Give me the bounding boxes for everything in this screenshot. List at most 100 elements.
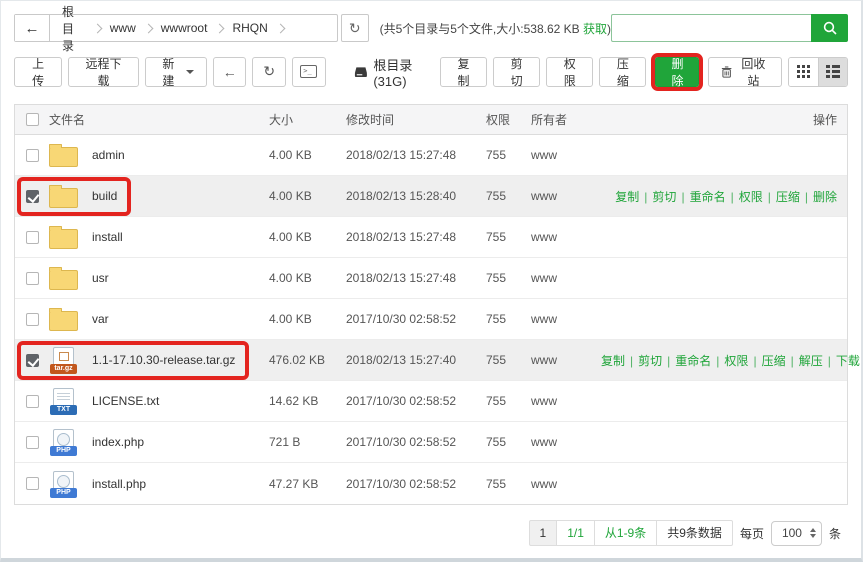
row-action-link[interactable]: 解压	[799, 354, 823, 368]
view-toggle-group	[788, 57, 848, 87]
file-name[interactable]: index.php	[92, 435, 144, 449]
permission-button[interactable]: 权限	[546, 57, 593, 87]
file-mtime: 2018/02/13 15:27:40	[346, 353, 486, 367]
file-owner: www	[531, 353, 601, 367]
row-action-link[interactable]: 权限	[724, 354, 748, 368]
row-action-link[interactable]: 剪切	[638, 354, 662, 368]
file-size: 721 B	[269, 435, 346, 449]
file-mtime: 2018/02/13 15:27:48	[346, 271, 486, 285]
file-name[interactable]: 1.1-17.10.30-release.tar.gz	[92, 353, 235, 367]
chevron-separator-icon	[92, 23, 102, 33]
breadcrumb-back-button[interactable]: ←	[15, 15, 50, 41]
breadcrumb-item[interactable]: 根目录	[62, 3, 85, 54]
file-permission: 755	[486, 435, 531, 449]
page-number-button[interactable]: 1	[529, 520, 558, 546]
page-indicator[interactable]: 1/1	[556, 520, 595, 546]
file-mtime: 2017/10/30 02:58:52	[346, 477, 486, 491]
file-name[interactable]: build	[92, 189, 117, 203]
new-button[interactable]: 新建	[145, 57, 207, 87]
file-name[interactable]: usr	[92, 271, 109, 285]
row-checkbox[interactable]	[26, 231, 39, 244]
file-owner: www	[531, 312, 601, 326]
file-name[interactable]: install.php	[92, 477, 146, 491]
row-checkbox[interactable]	[26, 272, 39, 285]
remote-download-button[interactable]: 远程下载	[68, 57, 139, 87]
file-permission: 755	[486, 230, 531, 244]
breadcrumb-item[interactable]: www	[110, 21, 136, 35]
compress-button[interactable]: 压缩	[599, 57, 646, 87]
row-actions: 复制|剪切|重命名|权限|压缩|删除	[601, 188, 847, 205]
copy-button[interactable]: 复制	[440, 57, 487, 87]
file-size: 4.00 KB	[269, 230, 346, 244]
breadcrumb-item[interactable]: wwwroot	[161, 21, 208, 35]
select-all-checkbox[interactable]	[26, 113, 39, 126]
per-page-select[interactable]: 100	[771, 521, 822, 546]
file-size: 476.02 KB	[269, 353, 346, 367]
pagination-group: 1 1/1 从1-9条 共9条数据	[529, 520, 733, 546]
row-checkbox[interactable]	[26, 354, 39, 367]
file-owner: www	[531, 148, 601, 162]
row-checkbox[interactable]	[26, 477, 39, 490]
annotation-box-delete: 删除	[651, 53, 703, 91]
row-action-link[interactable]: 重命名	[690, 190, 726, 204]
file-mtime: 2017/10/30 02:58:52	[346, 312, 486, 326]
fetch-size-link[interactable]: 获取	[583, 22, 607, 36]
file-table-header: 文件名 大小 修改时间 权限 所有者 操作	[15, 105, 847, 135]
row-action-link[interactable]: 剪切	[652, 190, 676, 204]
terminal-button[interactable]: >_	[292, 57, 326, 87]
directory-summary: (共5个目录与5个文件,大小:538.62 KB 获取)	[380, 20, 611, 37]
breadcrumb-item[interactable]: RHQN	[232, 21, 267, 35]
row-checkbox[interactable]	[26, 190, 39, 203]
recycle-bin-button[interactable]: 回收站	[708, 57, 782, 87]
file-name[interactable]: LICENSE.txt	[92, 394, 159, 408]
row-action-link[interactable]: 复制	[615, 190, 639, 204]
upload-button[interactable]: 上传	[14, 57, 62, 87]
row-action-link[interactable]: 压缩	[776, 190, 800, 204]
file-manager-window: ← 根目录 www wwwroot RHQN ↻ (共5个目录与5个文件,大小:538…	[0, 0, 863, 562]
action-separator: |	[768, 190, 771, 204]
file-permission: 755	[486, 312, 531, 326]
cut-button[interactable]: 剪切	[493, 57, 540, 87]
file-name[interactable]: var	[92, 312, 109, 326]
total-count: 共9条数据	[656, 520, 733, 546]
file-permission: 755	[486, 189, 531, 203]
delete-button[interactable]: 删除	[655, 57, 699, 87]
row-checkbox[interactable]	[26, 436, 39, 449]
file-name[interactable]: install	[92, 230, 123, 244]
row-checkbox[interactable]	[26, 149, 39, 162]
current-location-label: 根目录(31G)	[373, 55, 440, 89]
action-separator: |	[753, 354, 756, 368]
row-action-link[interactable]: 删除	[813, 190, 837, 204]
back-button[interactable]: ←	[213, 57, 247, 87]
table-row: TXT LICENSE.txt 14.62 KB 2017/10/30 02:5…	[15, 381, 847, 422]
table-row: admin 4.00 KB 2018/02/13 15:27:48 755 ww…	[15, 135, 847, 176]
breadcrumb-box: ← 根目录wwwwwwrootRHQN	[14, 14, 338, 42]
path-refresh-button[interactable]: ↻	[341, 14, 369, 42]
back-arrow-icon: ←	[25, 20, 40, 37]
row-action-link[interactable]: 下载	[836, 354, 860, 368]
row-checkbox[interactable]	[26, 395, 39, 408]
row-action-link[interactable]: 压缩	[762, 354, 786, 368]
file-owner: www	[531, 394, 601, 408]
range-indicator[interactable]: 从1-9条	[594, 520, 657, 546]
refresh-button[interactable]: ↻	[252, 57, 286, 87]
file-icon: TXT	[49, 387, 79, 415]
row-action-link[interactable]: 重命名	[675, 354, 711, 368]
search-button[interactable]	[811, 14, 848, 42]
list-view-button[interactable]	[818, 58, 847, 86]
file-owner: www	[531, 189, 601, 203]
row-action-link[interactable]: 复制	[601, 354, 625, 368]
search-input[interactable]	[611, 14, 811, 42]
action-separator: |	[667, 354, 670, 368]
row-action-link[interactable]: 权限	[739, 190, 763, 204]
stepper-icon	[810, 528, 816, 538]
file-permission: 755	[486, 353, 531, 367]
file-name[interactable]: admin	[92, 148, 125, 162]
grid-view-button[interactable]	[789, 58, 818, 86]
pagination: 1 1/1 从1-9条 共9条数据 每页 100 条	[14, 520, 848, 546]
row-checkbox[interactable]	[26, 313, 39, 326]
file-owner: www	[531, 477, 601, 491]
header-actions: 操作	[601, 111, 847, 128]
file-mtime: 2017/10/30 02:58:52	[346, 435, 486, 449]
file-icon	[49, 141, 79, 169]
